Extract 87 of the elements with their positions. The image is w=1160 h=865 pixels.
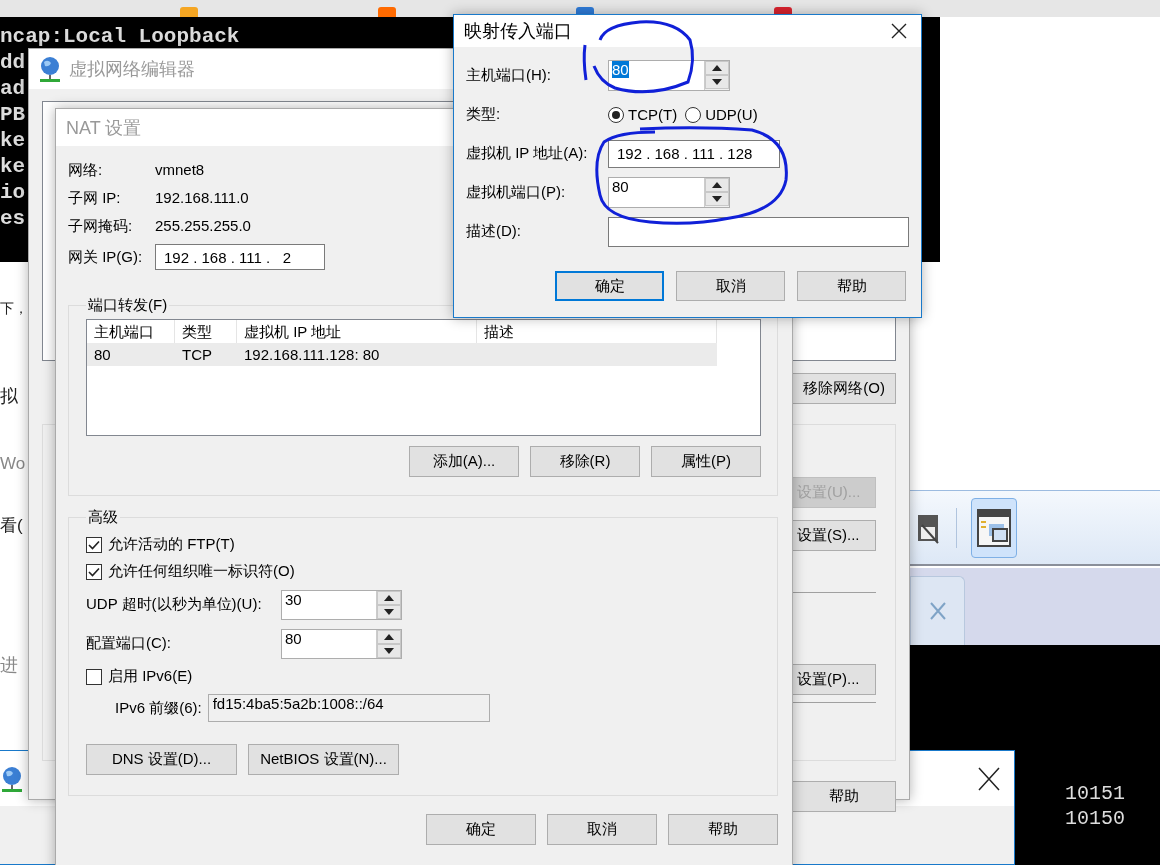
dialog-button[interactable]: 确定 bbox=[426, 814, 536, 845]
spin-up-button[interactable] bbox=[377, 629, 401, 644]
ip-field[interactable]: 192 . 168 . 111 . 128 bbox=[608, 139, 780, 168]
group-title: 高级 bbox=[87, 508, 119, 527]
field-label: UDP 超时(以秒为单位)(U): bbox=[86, 595, 262, 614]
dialog-button[interactable]: 移除(R) bbox=[530, 446, 640, 477]
terminal-line: io bbox=[0, 180, 26, 206]
field-value: 255.255.255.0 bbox=[155, 216, 251, 236]
terminal-line: PB bbox=[0, 102, 26, 128]
spin-down-button[interactable] bbox=[705, 192, 729, 206]
up-arrow-icon bbox=[383, 632, 395, 641]
number-field[interactable]: 80 bbox=[281, 628, 402, 659]
terminal-line: es bbox=[0, 206, 26, 232]
up-arrow-icon bbox=[383, 593, 395, 602]
spin-down-button[interactable] bbox=[705, 75, 729, 89]
page-text: 拟 bbox=[0, 385, 18, 408]
field-value: vmnet8 bbox=[155, 160, 205, 180]
field-label: 网关 IP(G): bbox=[68, 247, 143, 267]
window-button[interactable]: 帮助 bbox=[791, 781, 896, 812]
terminal-line: ke bbox=[0, 128, 26, 154]
settings-button[interactable]: DNS 设置(D)... bbox=[86, 744, 237, 775]
checkbox-label: 允许活动的 FTP(T) bbox=[108, 535, 235, 554]
field-label: 网络: bbox=[68, 160, 103, 180]
field-label: IPv6 前缀(6): bbox=[115, 698, 202, 718]
window-title: NAT 设置 bbox=[66, 116, 142, 140]
group-title: 端口转发(F) bbox=[87, 296, 169, 315]
field-label: 子网 IP: bbox=[68, 188, 121, 208]
table-row[interactable]: 80 TCP 192.168.111.128: 80 bbox=[87, 343, 717, 366]
field-label: 虚拟机端口(P): bbox=[466, 183, 566, 202]
number-field[interactable]: 80 bbox=[608, 177, 730, 208]
dialog-button[interactable]: 帮助 bbox=[797, 271, 906, 301]
dialog-button[interactable]: 取消 bbox=[547, 814, 657, 845]
radio-button[interactable] bbox=[685, 106, 702, 123]
terminal-line: ncap:Local Loopback bbox=[0, 24, 240, 50]
down-arrow-icon bbox=[711, 195, 723, 203]
window-title: 虚拟网络编辑器 bbox=[69, 58, 195, 81]
dialog-button[interactable]: 确定 bbox=[555, 271, 664, 301]
ip-field[interactable]: 192 . 168 . 111 . 2 bbox=[155, 244, 325, 270]
number-field[interactable]: 80 bbox=[608, 60, 730, 91]
field-label: 类型: bbox=[466, 105, 501, 124]
radio-label: TCP(T) bbox=[628, 106, 678, 123]
field-label: 主机端口(H): bbox=[466, 66, 551, 85]
number-field[interactable]: 30 bbox=[281, 589, 402, 620]
dialog-button[interactable]: 帮助 bbox=[668, 814, 778, 845]
spin-up-button[interactable] bbox=[705, 61, 729, 75]
page-text: 下， bbox=[0, 300, 28, 318]
terminal-line: 10151 bbox=[1065, 781, 1125, 806]
globe-icon bbox=[39, 56, 61, 82]
window-button[interactable]: 设置(P)... bbox=[792, 664, 876, 695]
spin-up-button[interactable] bbox=[705, 178, 729, 192]
window-title: 映射传入端口 bbox=[464, 20, 572, 43]
window-button[interactable]: 移除网络(O) bbox=[792, 373, 896, 404]
dialog-button[interactable]: 属性(P) bbox=[651, 446, 761, 477]
terminal-line: ad bbox=[0, 76, 26, 102]
close-icon[interactable] bbox=[891, 23, 907, 39]
field-label: 配置端口(C): bbox=[86, 634, 171, 653]
settings-button[interactable]: NetBIOS 设置(N)... bbox=[248, 744, 399, 775]
down-arrow-icon bbox=[711, 78, 723, 86]
terminal-line: ke bbox=[0, 154, 26, 180]
field-label: 虚拟机 IP 地址(A): bbox=[466, 144, 588, 163]
page-text: 看( bbox=[0, 515, 23, 537]
close-icon[interactable] bbox=[978, 766, 1000, 791]
checkbox[interactable] bbox=[86, 563, 102, 580]
dialog-button[interactable]: 添加(A)... bbox=[409, 446, 519, 477]
terminal-line: dd bbox=[0, 50, 26, 76]
down-arrow-icon bbox=[383, 646, 395, 655]
window-button[interactable]: 设置(S)... bbox=[792, 520, 876, 551]
dialog-button[interactable]: 取消 bbox=[676, 271, 785, 301]
checkbox-label: 允许任何组织唯一标识符(O) bbox=[108, 562, 295, 581]
globe-icon bbox=[1, 765, 23, 792]
field-label: 描述(D): bbox=[466, 222, 521, 241]
page-text: 进 bbox=[0, 654, 18, 677]
description-field[interactable] bbox=[608, 216, 909, 247]
field-label: 子网掩码: bbox=[68, 216, 133, 236]
checkbox[interactable] bbox=[86, 536, 102, 553]
spin-up-button[interactable] bbox=[377, 590, 401, 605]
down-arrow-icon bbox=[383, 607, 395, 616]
radio-label: UDP(U) bbox=[705, 106, 758, 123]
checkbox-label: 启用 IPv6(E) bbox=[108, 667, 193, 686]
window-layout-button[interactable] bbox=[971, 497, 1017, 558]
field-value: 192.168.111.0 bbox=[155, 188, 249, 208]
terminal-line: 10150 bbox=[1065, 806, 1125, 831]
checkbox[interactable] bbox=[86, 668, 102, 685]
up-arrow-icon bbox=[711, 64, 723, 72]
up-arrow-icon bbox=[711, 181, 723, 189]
radio-button[interactable] bbox=[608, 106, 624, 123]
page-text: Wo bbox=[0, 454, 26, 474]
